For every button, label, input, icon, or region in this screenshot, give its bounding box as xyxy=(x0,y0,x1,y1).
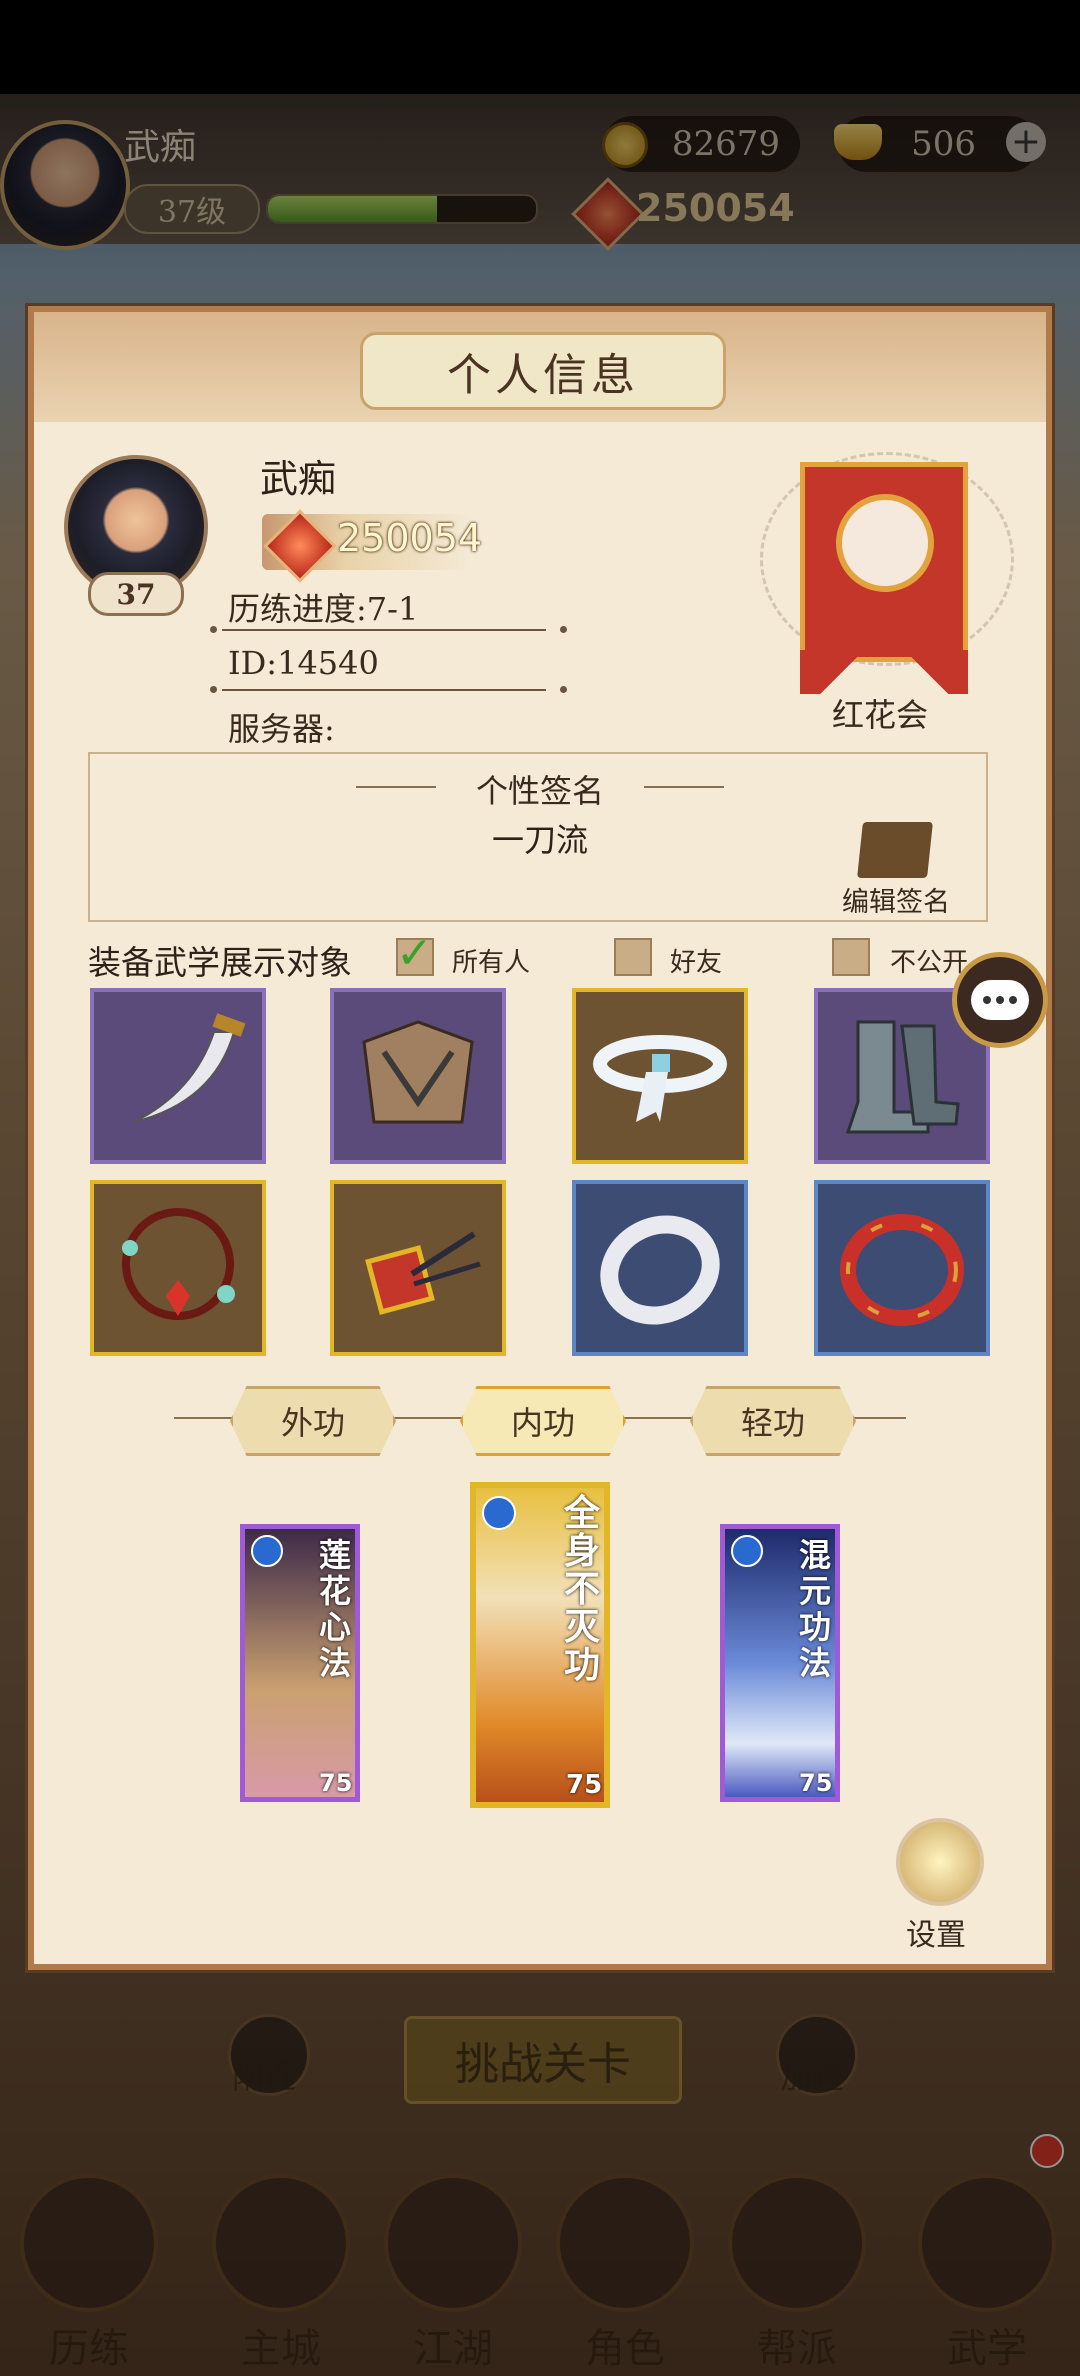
tab-internal[interactable]: 内功 xyxy=(460,1386,626,1456)
hairpin-icon xyxy=(365,1231,481,1315)
edit-scroll-icon[interactable] xyxy=(857,822,933,878)
red-bangle-icon xyxy=(840,1214,964,1326)
player-id: ID:14540 xyxy=(228,644,379,682)
training-progress: 历练进度:7-1 xyxy=(228,590,419,628)
checkbox-private[interactable] xyxy=(832,938,870,976)
visibility-label: 装备武学展示对象 xyxy=(88,943,352,982)
settings-button[interactable]: 设置 xyxy=(906,1910,966,1954)
divider xyxy=(222,689,546,691)
divider-dot xyxy=(210,626,217,633)
skill-level: 75 xyxy=(799,1769,833,1797)
option-friends[interactable]: 好友 xyxy=(670,942,722,979)
skill-type-icon xyxy=(251,1535,283,1567)
belt-icon xyxy=(593,1035,727,1122)
equipment-slot-ring[interactable] xyxy=(572,1180,748,1356)
skill-card-center[interactable]: 全身不灭功 75 xyxy=(470,1482,610,1808)
divider-dot xyxy=(210,686,217,693)
option-private[interactable]: 不公开 xyxy=(890,942,968,979)
skill-name: 混元功法 xyxy=(799,1536,832,1682)
guild-name: 红花会 xyxy=(832,696,929,734)
banner-tail xyxy=(800,650,968,694)
equipment-slot-weapon[interactable] xyxy=(90,988,266,1164)
edit-signature-button[interactable]: 编辑签名 xyxy=(842,880,950,919)
skill-level: 75 xyxy=(319,1769,353,1797)
dragon-emblem-icon xyxy=(836,494,934,592)
skill-name: 莲花心法 xyxy=(319,1536,352,1682)
equipment-slot-belt[interactable] xyxy=(572,988,748,1164)
saber-icon xyxy=(133,1013,246,1123)
equipment-slot-bangle[interactable] xyxy=(814,1180,990,1356)
necklace-icon xyxy=(122,1208,235,1320)
equipment-slot-armor[interactable] xyxy=(330,988,506,1164)
signature-title: 个性签名 xyxy=(475,772,604,810)
divider xyxy=(222,629,546,631)
chat-button[interactable] xyxy=(952,952,1048,1048)
server-label: 服务器: xyxy=(228,710,335,748)
player-name: 武痴 xyxy=(260,457,337,501)
panel-title: 个人信息 xyxy=(360,332,726,410)
skill-name: 全身不灭功 xyxy=(564,1492,601,1686)
yin-yang-settings-icon[interactable] xyxy=(896,1818,984,1906)
equipment-slot-hairpin[interactable] xyxy=(330,1180,506,1356)
tab-lightness[interactable]: 轻功 xyxy=(690,1386,856,1456)
option-everyone[interactable]: 所有人 xyxy=(452,942,530,979)
armor-icon xyxy=(362,1020,474,1124)
power-value: 250054 xyxy=(337,516,483,560)
divider-dot xyxy=(560,626,567,633)
skill-level: 75 xyxy=(566,1770,603,1800)
tab-external[interactable]: 外功 xyxy=(230,1386,396,1456)
checkmark-icon: ✓ xyxy=(396,928,433,979)
silver-ring-icon xyxy=(600,1215,720,1325)
checkbox-friends[interactable] xyxy=(614,938,652,976)
equipment-slot-necklace[interactable] xyxy=(90,1180,266,1356)
level-badge: 37 xyxy=(88,572,184,616)
skill-type-icon xyxy=(731,1535,763,1567)
skill-type-icon xyxy=(482,1496,516,1530)
divider-dot xyxy=(560,686,567,693)
chat-bubble-icon xyxy=(971,980,1029,1020)
skill-card-right[interactable]: 混元功法 75 xyxy=(720,1524,840,1802)
skill-card-left[interactable]: 莲花心法 75 xyxy=(240,1524,360,1802)
